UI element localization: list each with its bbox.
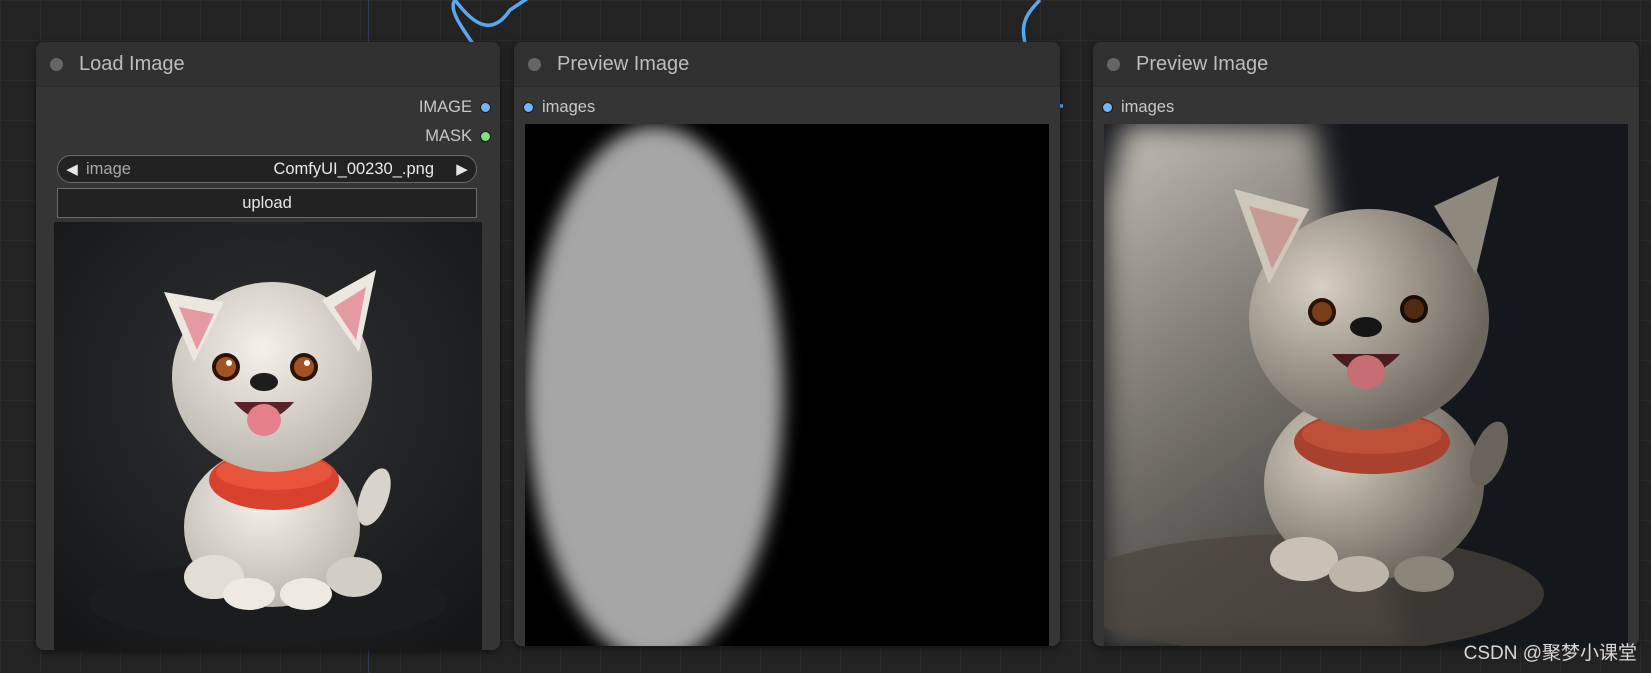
right-triangle-icon[interactable]: ▶ [448,160,476,178]
upload-button[interactable]: upload [57,188,477,218]
input-label: images [542,97,596,116]
output-port-icon[interactable] [480,130,491,142]
link-top-curve [453,0,529,27]
node-title: Load Image [79,52,185,75]
output-slot-mask[interactable]: MASK [425,126,491,146]
node-title: Preview Image [1136,52,1269,75]
watermark-text: CSDN @聚梦小课堂 [1463,643,1637,664]
input-slot-images[interactable]: images [523,97,595,117]
output-slot-image[interactable]: IMAGE [419,97,491,117]
output-label: IMAGE [418,97,472,116]
node-collapse-dot[interactable] [528,57,541,71]
node-header[interactable]: Preview Image [514,42,1060,87]
left-triangle-icon[interactable]: ◀ [58,160,86,178]
image-preview [525,124,1049,646]
output-label: MASK [425,126,472,145]
preview-image-node-result[interactable]: Preview Image images [1093,42,1639,646]
input-slot-images[interactable]: images [1102,97,1174,117]
node-header[interactable]: Preview Image [1093,42,1639,87]
image-preview [54,222,482,650]
image-combo-widget[interactable]: ◀ image ComfyUI_00230_.png ▶ [57,155,477,183]
puppy-spotlight-image [1104,124,1628,646]
input-port-icon[interactable] [523,101,534,113]
node-title: Preview Image [557,52,690,75]
image-preview [1104,124,1628,646]
widget-label: image [86,159,131,178]
node-collapse-dot[interactable] [1107,57,1120,71]
puppy-figurine-image [54,222,482,650]
input-label: images [1121,97,1175,116]
node-canvas[interactable]: Load Image IMAGE MASK ◀ image ComfyUI_00… [0,0,1651,673]
output-port-icon[interactable] [480,101,491,113]
mask-preview-image [525,124,1049,646]
load-image-node[interactable]: Load Image IMAGE MASK ◀ image ComfyUI_00… [36,42,500,650]
preview-image-node-mask[interactable]: Preview Image images [514,42,1060,646]
widget-value: ComfyUI_00230_.png [273,159,434,178]
input-port-icon[interactable] [1102,101,1113,113]
node-header[interactable]: Load Image [36,42,500,87]
node-collapse-dot[interactable] [50,57,63,71]
